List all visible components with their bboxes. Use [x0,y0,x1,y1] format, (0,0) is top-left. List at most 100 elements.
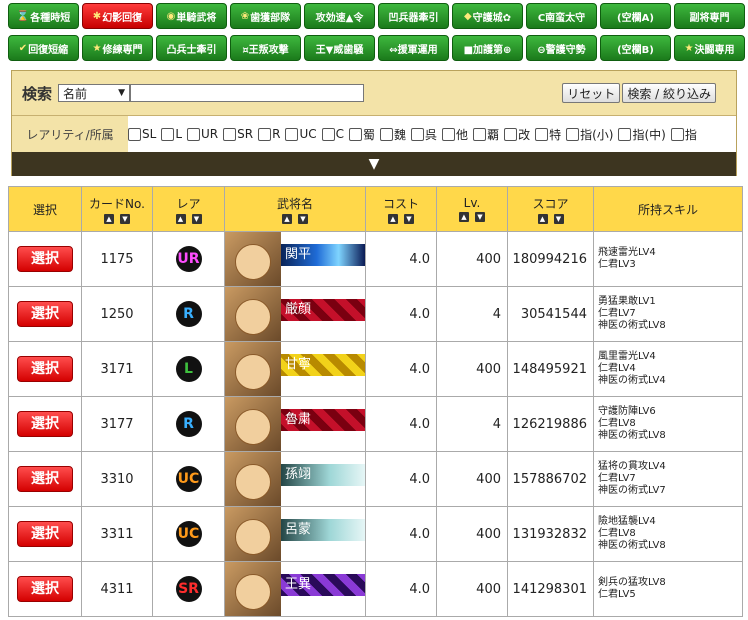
feature-tab[interactable]: ❀ 歯獲部隊 [230,3,301,29]
rarity-option[interactable]: 改 [504,126,530,143]
feature-tab[interactable]: ✔ 回復短縮 [8,35,79,61]
feature-tab[interactable]: ★ 修練専門 [82,35,153,61]
feature-tab[interactable]: ⌛ 各種時短 [8,3,79,29]
feature-tab[interactable]: 凸兵士牽引 [156,35,227,61]
feature-tab[interactable]: ★ 決闘専用 [674,35,745,61]
feature-tab[interactable]: (空欄B) [600,35,671,61]
feature-tab[interactable]: ✱ 幻影回復 [82,3,153,29]
sort-down-icon[interactable]: ▼ [191,213,202,224]
filter-button[interactable]: 検索 / 絞り込み [622,83,716,103]
card-no-cell: 1250 [81,286,153,342]
select-button[interactable]: 選択 [17,521,73,547]
checkbox[interactable] [411,127,425,141]
rarity-option[interactable]: L [161,127,182,141]
rarity-option[interactable]: 魏 [380,126,406,143]
skill-line: 仁君LV7 [598,308,636,319]
sort-up-icon[interactable]: ▲ [537,213,548,224]
portrait-image [225,507,281,561]
feature-tab[interactable]: 凹兵器牽引 [378,3,449,29]
sort-up-icon[interactable]: ▲ [459,212,469,222]
header-select: 選択 [8,186,82,232]
checkbox[interactable] [442,127,456,141]
search-field-select[interactable]: 名前 ▼ [58,84,131,102]
table-row: 選択 1250 R 厳顔 4.0 4 30541544 勇猛果敢LV1 仁君LV7 神医の術式LV… [8,286,743,342]
rarity-option[interactable]: 他 [442,126,468,143]
name-bar: 呂蒙 [277,519,365,541]
rarity-option-label: UC [299,127,317,141]
checkbox[interactable] [504,127,518,141]
rarity-option[interactable]: SR [223,127,253,141]
checkbox[interactable] [285,127,299,141]
sort-up-icon[interactable]: ▲ [175,213,186,224]
feature-tab[interactable]: ■加護第⊕ [452,35,523,61]
select-button[interactable]: 選択 [17,356,73,382]
select-button[interactable]: 選択 [17,301,73,327]
rarity-option[interactable]: 蜀 [349,126,375,143]
checkbox[interactable] [618,127,632,141]
checkbox[interactable] [566,127,580,141]
checkbox[interactable] [349,127,362,141]
rarity-option[interactable]: 指(小) [566,126,613,143]
expand-toggle[interactable]: ▼ [12,152,736,176]
feature-tab[interactable]: (空欄A) [600,3,671,29]
rarity-option[interactable]: UC [285,127,317,141]
checkbox[interactable] [380,127,394,141]
feature-tab[interactable]: ⇔援軍運用 [378,35,449,61]
rarity-option[interactable]: 指(中) [618,126,666,143]
rarity-option[interactable]: C [321,127,344,141]
feature-tab[interactable]: ◉ 単騎武将 [156,3,227,29]
sort-down-icon[interactable]: ▼ [120,213,130,224]
card-table-body: 選択 1175 UR 関平 4.0 400 180994216 飛速雷光LV4 仁君LV3 選択 1… [8,231,743,617]
sort-down-icon[interactable]: ▼ [475,212,485,222]
general-name: 関平 [285,247,312,262]
sort-up-icon[interactable]: ▲ [282,213,292,224]
reset-button[interactable]: リセット [562,83,621,103]
feature-tab[interactable]: 副将専門 [674,3,745,29]
rarity-option[interactable]: UR [187,127,218,141]
select-button[interactable]: 選択 [17,246,73,272]
cost-cell: 4.0 [365,341,437,397]
feature-tab[interactable]: ⊖警護守勢 [526,35,597,61]
search-panel: 検索 名前 ▼ リセット 検索 / 絞り込み レアリティ/所属 SL L UR SR R… [11,70,737,176]
select-button[interactable]: 選択 [17,466,73,492]
face-graphic [235,299,271,335]
rarity-option-label: 魏 [394,127,407,142]
checkbox[interactable] [258,127,272,141]
checkbox[interactable] [187,127,200,141]
rarity-option[interactable]: 呉 [411,126,437,143]
select-button[interactable]: 選択 [17,411,73,437]
score-cell: 30541544 [507,286,594,342]
card-no-cell: 1175 [81,231,153,287]
checkbox[interactable] [535,127,549,141]
sort-down-icon[interactable]: ▼ [404,213,414,224]
feature-tab[interactable]: C南蛮太守 [526,3,597,29]
rarity-option[interactable]: 覇 [473,126,499,143]
sort-down-icon[interactable]: ▼ [298,213,308,224]
rarity-option[interactable]: 指 [670,126,697,143]
skills-cell: 飛速雷光LV4 仁君LV3 [593,231,743,287]
score-cell: 157886702 [507,451,594,507]
checkbox[interactable] [473,127,487,141]
tab-label: (空欄A) [617,12,654,24]
rarity-option[interactable]: SL [128,127,156,141]
sort-up-icon[interactable]: ▲ [104,213,114,224]
rarity-option[interactable]: R [258,127,280,141]
checkbox[interactable] [161,127,175,141]
checkbox[interactable] [670,127,684,141]
feature-tab[interactable]: ¤王叛攻撃 [230,35,301,61]
tab-label: 単騎武将 [176,12,217,24]
sort-down-icon[interactable]: ▼ [553,213,564,224]
name-cell: 王異 [224,561,366,617]
checkbox[interactable] [223,127,237,141]
feature-tab[interactable]: 王▼威歯騒 [304,35,375,61]
select-button[interactable]: 選択 [17,576,73,602]
feature-tab[interactable]: ◆ 守護城✿ [452,3,523,29]
select-cell: 選択 [8,341,82,397]
checkbox[interactable] [128,127,141,141]
sort-up-icon[interactable]: ▲ [388,213,398,224]
rarity-option[interactable]: 特 [535,126,561,143]
search-input[interactable] [130,84,365,102]
select-cell: 選択 [8,286,82,342]
feature-tab[interactable]: 攻効速▲令 [304,3,375,29]
checkbox[interactable] [321,127,335,141]
